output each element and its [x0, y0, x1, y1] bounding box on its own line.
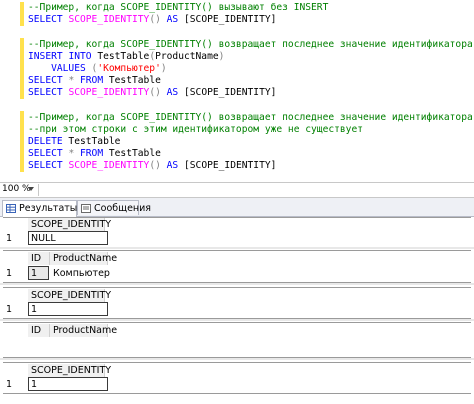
code-token: ProductName: [155, 50, 219, 62]
messages-icon: [81, 204, 91, 213]
result-grid-1[interactable]: SCOPE_IDENTITY 1 NULL: [3, 217, 471, 248]
divider: [0, 358, 474, 360]
column-header[interactable]: SCOPE_IDENTITY: [28, 289, 111, 302]
code-token: SCOPE_IDENTITY: [68, 14, 150, 26]
tab-messages[interactable]: Сообщения: [77, 200, 151, 215]
results-grid-icon: [6, 204, 16, 213]
zoom-bar: 100 %: [0, 182, 474, 198]
code-token: DELETE: [28, 136, 63, 148]
divider: [0, 283, 474, 285]
code-token: SCOPE_IDENTITY: [68, 160, 150, 172]
code-line[interactable]: VALUES ('Компьютер'): [28, 63, 474, 75]
tab-messages-label: Сообщения: [94, 203, 152, 214]
row-number[interactable]: 1: [3, 378, 30, 391]
code-token: SELECT: [28, 148, 63, 160]
query-editor[interactable]: --Пример, когда SCOPE_IDENTITY() вызываю…: [0, 0, 474, 182]
code-token: AS: [166, 87, 179, 99]
code-token: AS: [166, 160, 179, 172]
column-header[interactable]: SCOPE_IDENTITY: [28, 364, 111, 377]
code-token: FROM: [80, 148, 104, 160]
results-tabs: Результаты Сообщения: [0, 198, 474, 217]
change-marker: [20, 111, 24, 172]
column-header[interactable]: SCOPE_IDENTITY: [28, 218, 111, 231]
code-token: (): [149, 87, 161, 99]
table-cell[interactable]: 1: [28, 266, 49, 280]
code-token: SELECT: [28, 75, 63, 87]
table-cell[interactable]: Компьютер: [50, 267, 123, 280]
code-token: (): [149, 160, 161, 172]
code-token: SELECT: [28, 87, 63, 99]
column-header[interactable]: ID: [28, 252, 50, 265]
code-token: --Пример, когда SCOPE_IDENTITY() возвращ…: [28, 38, 473, 50]
results-pane: SCOPE_IDENTITY 1 NULL ID ProductName 1 1…: [0, 217, 474, 404]
code-line[interactable]: SELECT SCOPE_IDENTITY() AS [SCOPE_IDENTI…: [28, 160, 474, 172]
code-token: --Пример, когда SCOPE_IDENTITY() возвращ…: [28, 111, 474, 123]
divider: [0, 319, 474, 321]
row-number[interactable]: 1: [3, 303, 30, 316]
code-line[interactable]: --при этом строки с этим идентификатором…: [28, 124, 474, 136]
code-token: INSERT: [28, 50, 63, 62]
code-token: SCOPE_IDENTITY: [68, 87, 150, 99]
code-token: 'Компьютер': [97, 62, 161, 74]
code-token: INTO: [68, 50, 92, 62]
table-cell[interactable]: 1: [28, 302, 108, 316]
code-token: TestTable: [62, 136, 121, 148]
zoom-level[interactable]: 100 %: [2, 184, 31, 194]
code-token: --при этом строки с этим идентификатором…: [28, 123, 364, 135]
code-line[interactable]: SELECT * FROM TestTable: [28, 148, 474, 160]
result-grid-4[interactable]: ID ProductName: [3, 322, 471, 358]
code-token: (): [149, 14, 161, 26]
code-line[interactable]: INSERT INTO TestTable(ProductName): [28, 51, 474, 63]
code-token: --Пример, когда SCOPE_IDENTITY() вызываю…: [28, 2, 329, 13]
code-line[interactable]: SELECT * FROM TestTable: [28, 75, 474, 87]
change-marker: [20, 2, 24, 26]
code-line[interactable]: DELETE TestTable: [28, 136, 474, 148]
code-line[interactable]: --Пример, когда SCOPE_IDENTITY() возвращ…: [28, 112, 474, 124]
row-number[interactable]: 1: [3, 267, 30, 280]
tab-results[interactable]: Результаты: [2, 200, 77, 217]
code-token: [SCOPE_IDENTITY]: [178, 14, 277, 26]
code-line[interactable]: --Пример, когда SCOPE_IDENTITY() возвращ…: [28, 39, 474, 51]
tab-results-label: Результаты: [19, 203, 78, 214]
result-grid-3[interactable]: SCOPE_IDENTITY 1 1: [3, 287, 471, 319]
column-header[interactable]: ID: [28, 324, 50, 337]
code-token: TestTable: [103, 75, 161, 87]
code-token: [SCOPE_IDENTITY]: [178, 87, 277, 99]
code-line[interactable]: SELECT SCOPE_IDENTITY() AS [SCOPE_IDENTI…: [28, 14, 474, 26]
code-token: TestTable: [103, 148, 161, 160]
code-token: FROM: [80, 75, 104, 87]
code-line[interactable]: [28, 26, 474, 38]
result-grid-2[interactable]: ID ProductName 1 1 Компьютер: [3, 250, 471, 283]
code-token: SELECT: [28, 14, 63, 26]
code-token: AS: [166, 14, 179, 26]
table-cell[interactable]: 1: [28, 377, 108, 391]
chevron-down-icon[interactable]: [28, 187, 34, 191]
code-token: VALUES: [51, 62, 86, 74]
editor-gutter: [0, 0, 20, 182]
code-token: ): [218, 50, 225, 62]
change-marker: [20, 38, 24, 99]
table-cell[interactable]: NULL: [28, 231, 108, 245]
row-number[interactable]: 1: [3, 232, 30, 245]
sql-code[interactable]: --Пример, когда SCOPE_IDENTITY() вызываю…: [28, 2, 474, 173]
code-line[interactable]: [28, 100, 474, 112]
code-token: [SCOPE_IDENTITY]: [178, 160, 277, 172]
code-token: TestTable: [91, 50, 150, 62]
result-grid-5[interactable]: SCOPE_IDENTITY 1 1: [3, 362, 471, 394]
divider: [0, 247, 474, 249]
column-header[interactable]: ProductName: [50, 252, 117, 265]
code-token: ): [160, 62, 167, 74]
code-line[interactable]: --Пример, когда SCOPE_IDENTITY() вызываю…: [28, 2, 474, 14]
column-header[interactable]: ProductName: [50, 324, 117, 337]
code-line[interactable]: SELECT SCOPE_IDENTITY() AS [SCOPE_IDENTI…: [28, 87, 474, 99]
code-token: SELECT: [28, 160, 63, 172]
divider: [38, 184, 39, 196]
